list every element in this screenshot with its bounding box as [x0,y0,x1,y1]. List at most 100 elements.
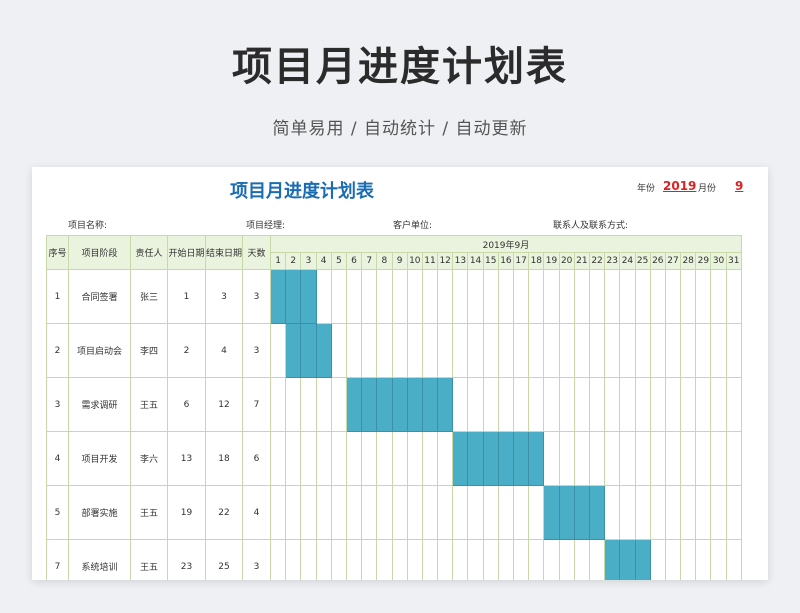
day-cell[interactable] [588,377,606,432]
cell-start[interactable]: 13 [167,431,206,486]
day-cell[interactable] [695,431,712,486]
gantt-bar-cell[interactable] [285,269,302,324]
day-cell[interactable] [619,377,636,432]
cell-start[interactable]: 19 [167,485,206,540]
day-cell[interactable] [604,323,621,378]
day-cell[interactable] [421,539,439,580]
day-cell[interactable] [376,539,393,580]
day-cell[interactable] [452,377,469,432]
day-cell[interactable] [452,539,469,580]
day-cell[interactable] [695,539,712,580]
day-cell[interactable] [543,539,560,580]
day-cell[interactable] [695,269,712,324]
day-cell[interactable] [330,323,347,378]
day-cell[interactable] [300,431,317,486]
day-cell[interactable] [664,539,682,580]
cell-days[interactable]: 6 [242,431,272,486]
day-cell[interactable] [391,431,408,486]
cell-end[interactable]: 25 [204,539,244,580]
day-cell[interactable] [482,539,499,580]
day-cell[interactable] [376,323,393,378]
day-cell[interactable] [725,485,742,540]
cell-end[interactable]: 4 [204,323,244,378]
gantt-bar-cell[interactable] [270,269,287,324]
day-cell[interactable] [361,485,378,540]
day-cell[interactable] [558,431,575,486]
day-cell[interactable] [315,431,332,486]
day-cell[interactable] [604,377,621,432]
cell-owner[interactable]: 王五 [130,539,168,580]
cell-seq[interactable]: 4 [46,431,69,486]
day-cell[interactable] [664,431,682,486]
day-cell[interactable] [330,269,347,324]
day-cell[interactable] [558,539,575,580]
day-cell[interactable] [406,539,423,580]
cell-seq[interactable]: 5 [46,485,69,540]
day-cell[interactable] [330,539,347,580]
day-cell[interactable] [497,485,515,540]
day-cell[interactable] [270,431,287,486]
day-cell[interactable] [664,377,682,432]
day-cell[interactable] [467,269,484,324]
gantt-bar-cell[interactable] [285,323,302,378]
day-cell[interactable] [649,431,666,486]
day-cell[interactable] [725,377,742,432]
gantt-bar-cell[interactable] [528,431,545,486]
day-cell[interactable] [513,323,530,378]
day-cell[interactable] [437,485,454,540]
cell-stage[interactable]: 系统培训 [68,539,131,580]
day-cell[interactable] [345,485,363,540]
cell-days[interactable]: 4 [242,485,272,540]
gantt-bar-cell[interactable] [543,485,560,540]
day-cell[interactable] [543,323,560,378]
day-cell[interactable] [391,539,408,580]
day-cell[interactable] [330,485,347,540]
gantt-bar-cell[interactable] [604,539,621,580]
day-cell[interactable] [300,377,317,432]
day-cell[interactable] [406,323,423,378]
day-cell[interactable] [467,485,484,540]
gantt-bar-cell[interactable] [558,485,575,540]
day-cell[interactable] [695,485,712,540]
day-cell[interactable] [710,323,727,378]
gantt-bar-cell[interactable] [513,431,530,486]
day-cell[interactable] [725,539,742,580]
gantt-bar-cell[interactable] [482,431,499,486]
day-cell[interactable] [406,269,423,324]
day-cell[interactable] [513,377,530,432]
day-cell[interactable] [467,323,484,378]
day-cell[interactable] [376,485,393,540]
cell-days[interactable]: 7 [242,377,272,432]
cell-start[interactable]: 6 [167,377,206,432]
day-cell[interactable] [558,269,575,324]
day-cell[interactable] [588,539,606,580]
cell-start[interactable]: 2 [167,323,206,378]
day-cell[interactable] [680,323,697,378]
day-cell[interactable] [649,269,666,324]
gantt-bar-cell[interactable] [361,377,378,432]
day-cell[interactable] [467,377,484,432]
day-cell[interactable] [680,539,697,580]
cell-end[interactable]: 22 [204,485,244,540]
day-cell[interactable] [285,377,302,432]
day-cell[interactable] [300,485,317,540]
day-cell[interactable] [634,377,651,432]
day-cell[interactable] [725,431,742,486]
day-cell[interactable] [604,269,621,324]
day-cell[interactable] [421,431,439,486]
day-cell[interactable] [680,485,697,540]
day-cell[interactable] [330,431,347,486]
gantt-bar-cell[interactable] [391,377,408,432]
day-cell[interactable] [710,485,727,540]
cell-days[interactable]: 3 [242,269,272,324]
day-cell[interactable] [528,377,545,432]
day-cell[interactable] [573,431,590,486]
day-cell[interactable] [619,485,636,540]
day-cell[interactable] [619,323,636,378]
day-cell[interactable] [725,269,742,324]
day-cell[interactable] [588,431,606,486]
day-cell[interactable] [710,269,727,324]
day-cell[interactable] [315,269,332,324]
day-cell[interactable] [361,539,378,580]
day-cell[interactable] [437,539,454,580]
